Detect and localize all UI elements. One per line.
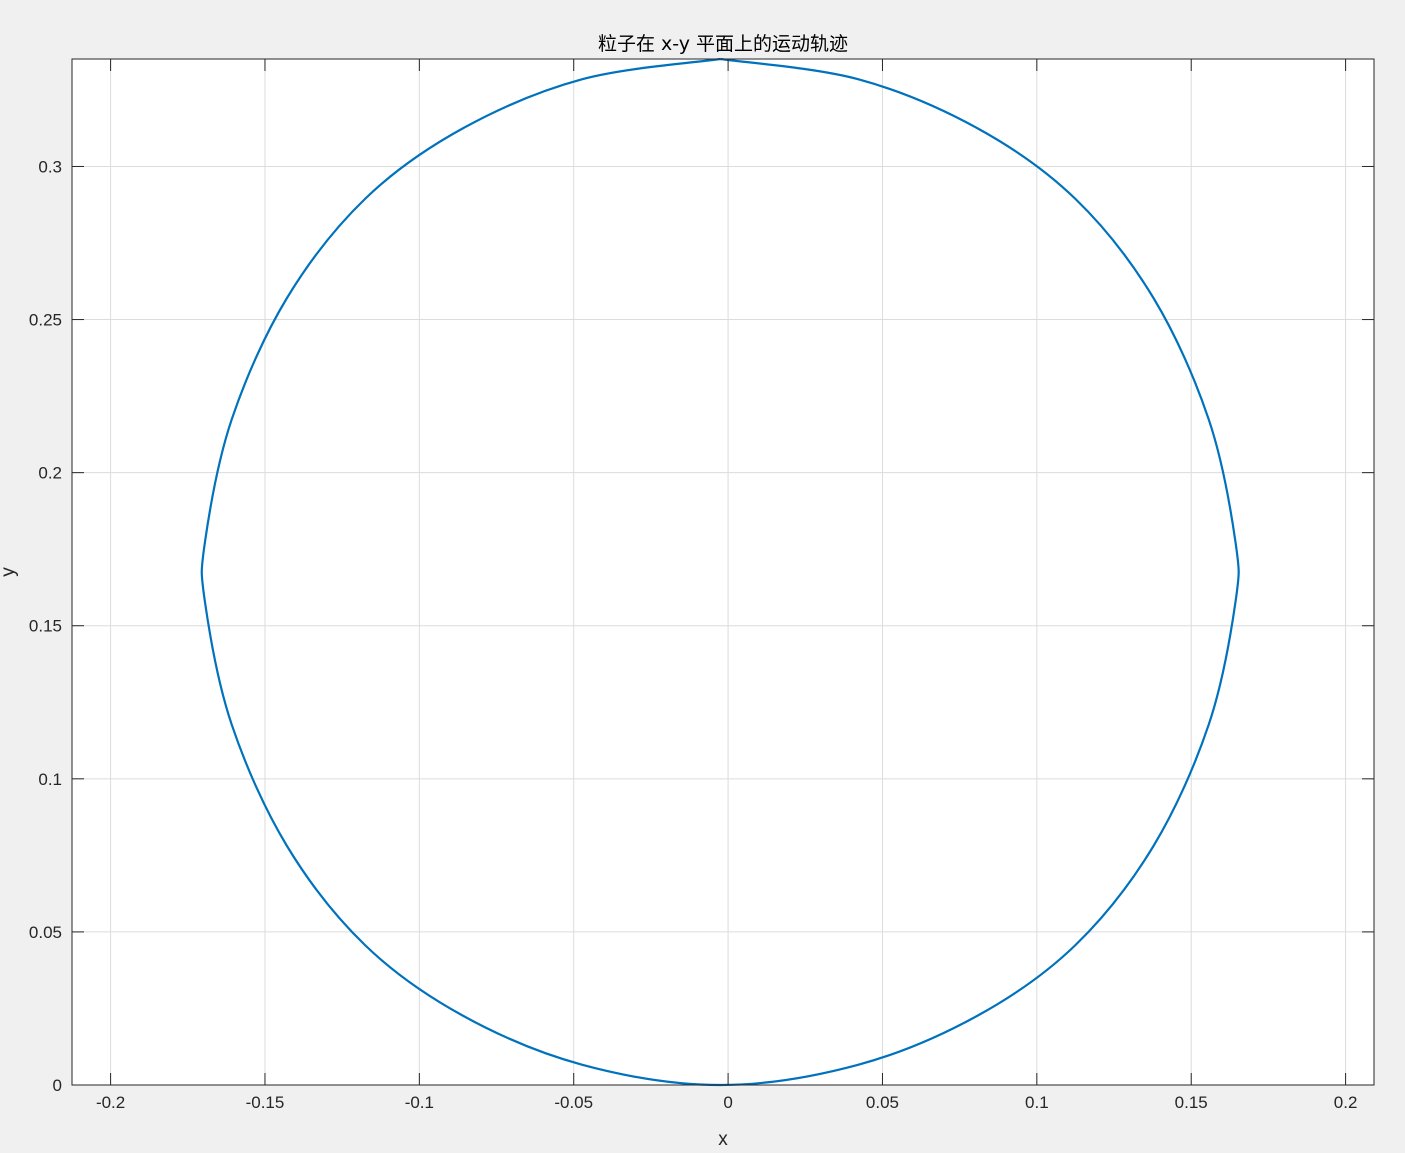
figure: -0.2 -0.15 -0.1 -0.05 0 0.05 0.1 0.15 0.2 0 0.05 0.…: [0, 0, 1405, 1153]
y-tick-label: 0.25: [29, 311, 62, 330]
x-tick-label: -0.05: [554, 1093, 593, 1112]
x-axis-label: x: [718, 1129, 728, 1150]
y-tick-label: 0.1: [38, 770, 62, 789]
y-tick-label: 0.2: [38, 464, 62, 483]
x-tick-label: 0.1: [1025, 1093, 1049, 1112]
x-tick-label: -0.15: [246, 1093, 285, 1112]
y-tick-label: 0: [53, 1076, 62, 1095]
x-tick-label: 0: [723, 1093, 732, 1112]
x-tick-label: 0.15: [1175, 1093, 1208, 1112]
y-tick-label: 0.15: [29, 617, 62, 636]
y-tick-label: 0.3: [38, 157, 62, 176]
chart-title: 粒子在 x-y 平面上的运动轨迹: [598, 33, 848, 55]
x-tick-label: 0.05: [866, 1093, 899, 1112]
y-axis-label: y: [0, 567, 19, 577]
x-tick-label: -0.1: [405, 1093, 434, 1112]
y-tick-label: 0.05: [29, 923, 62, 942]
x-tick-label: -0.2: [96, 1093, 125, 1112]
x-tick-label: 0.2: [1334, 1093, 1358, 1112]
axes-background: [72, 59, 1374, 1085]
